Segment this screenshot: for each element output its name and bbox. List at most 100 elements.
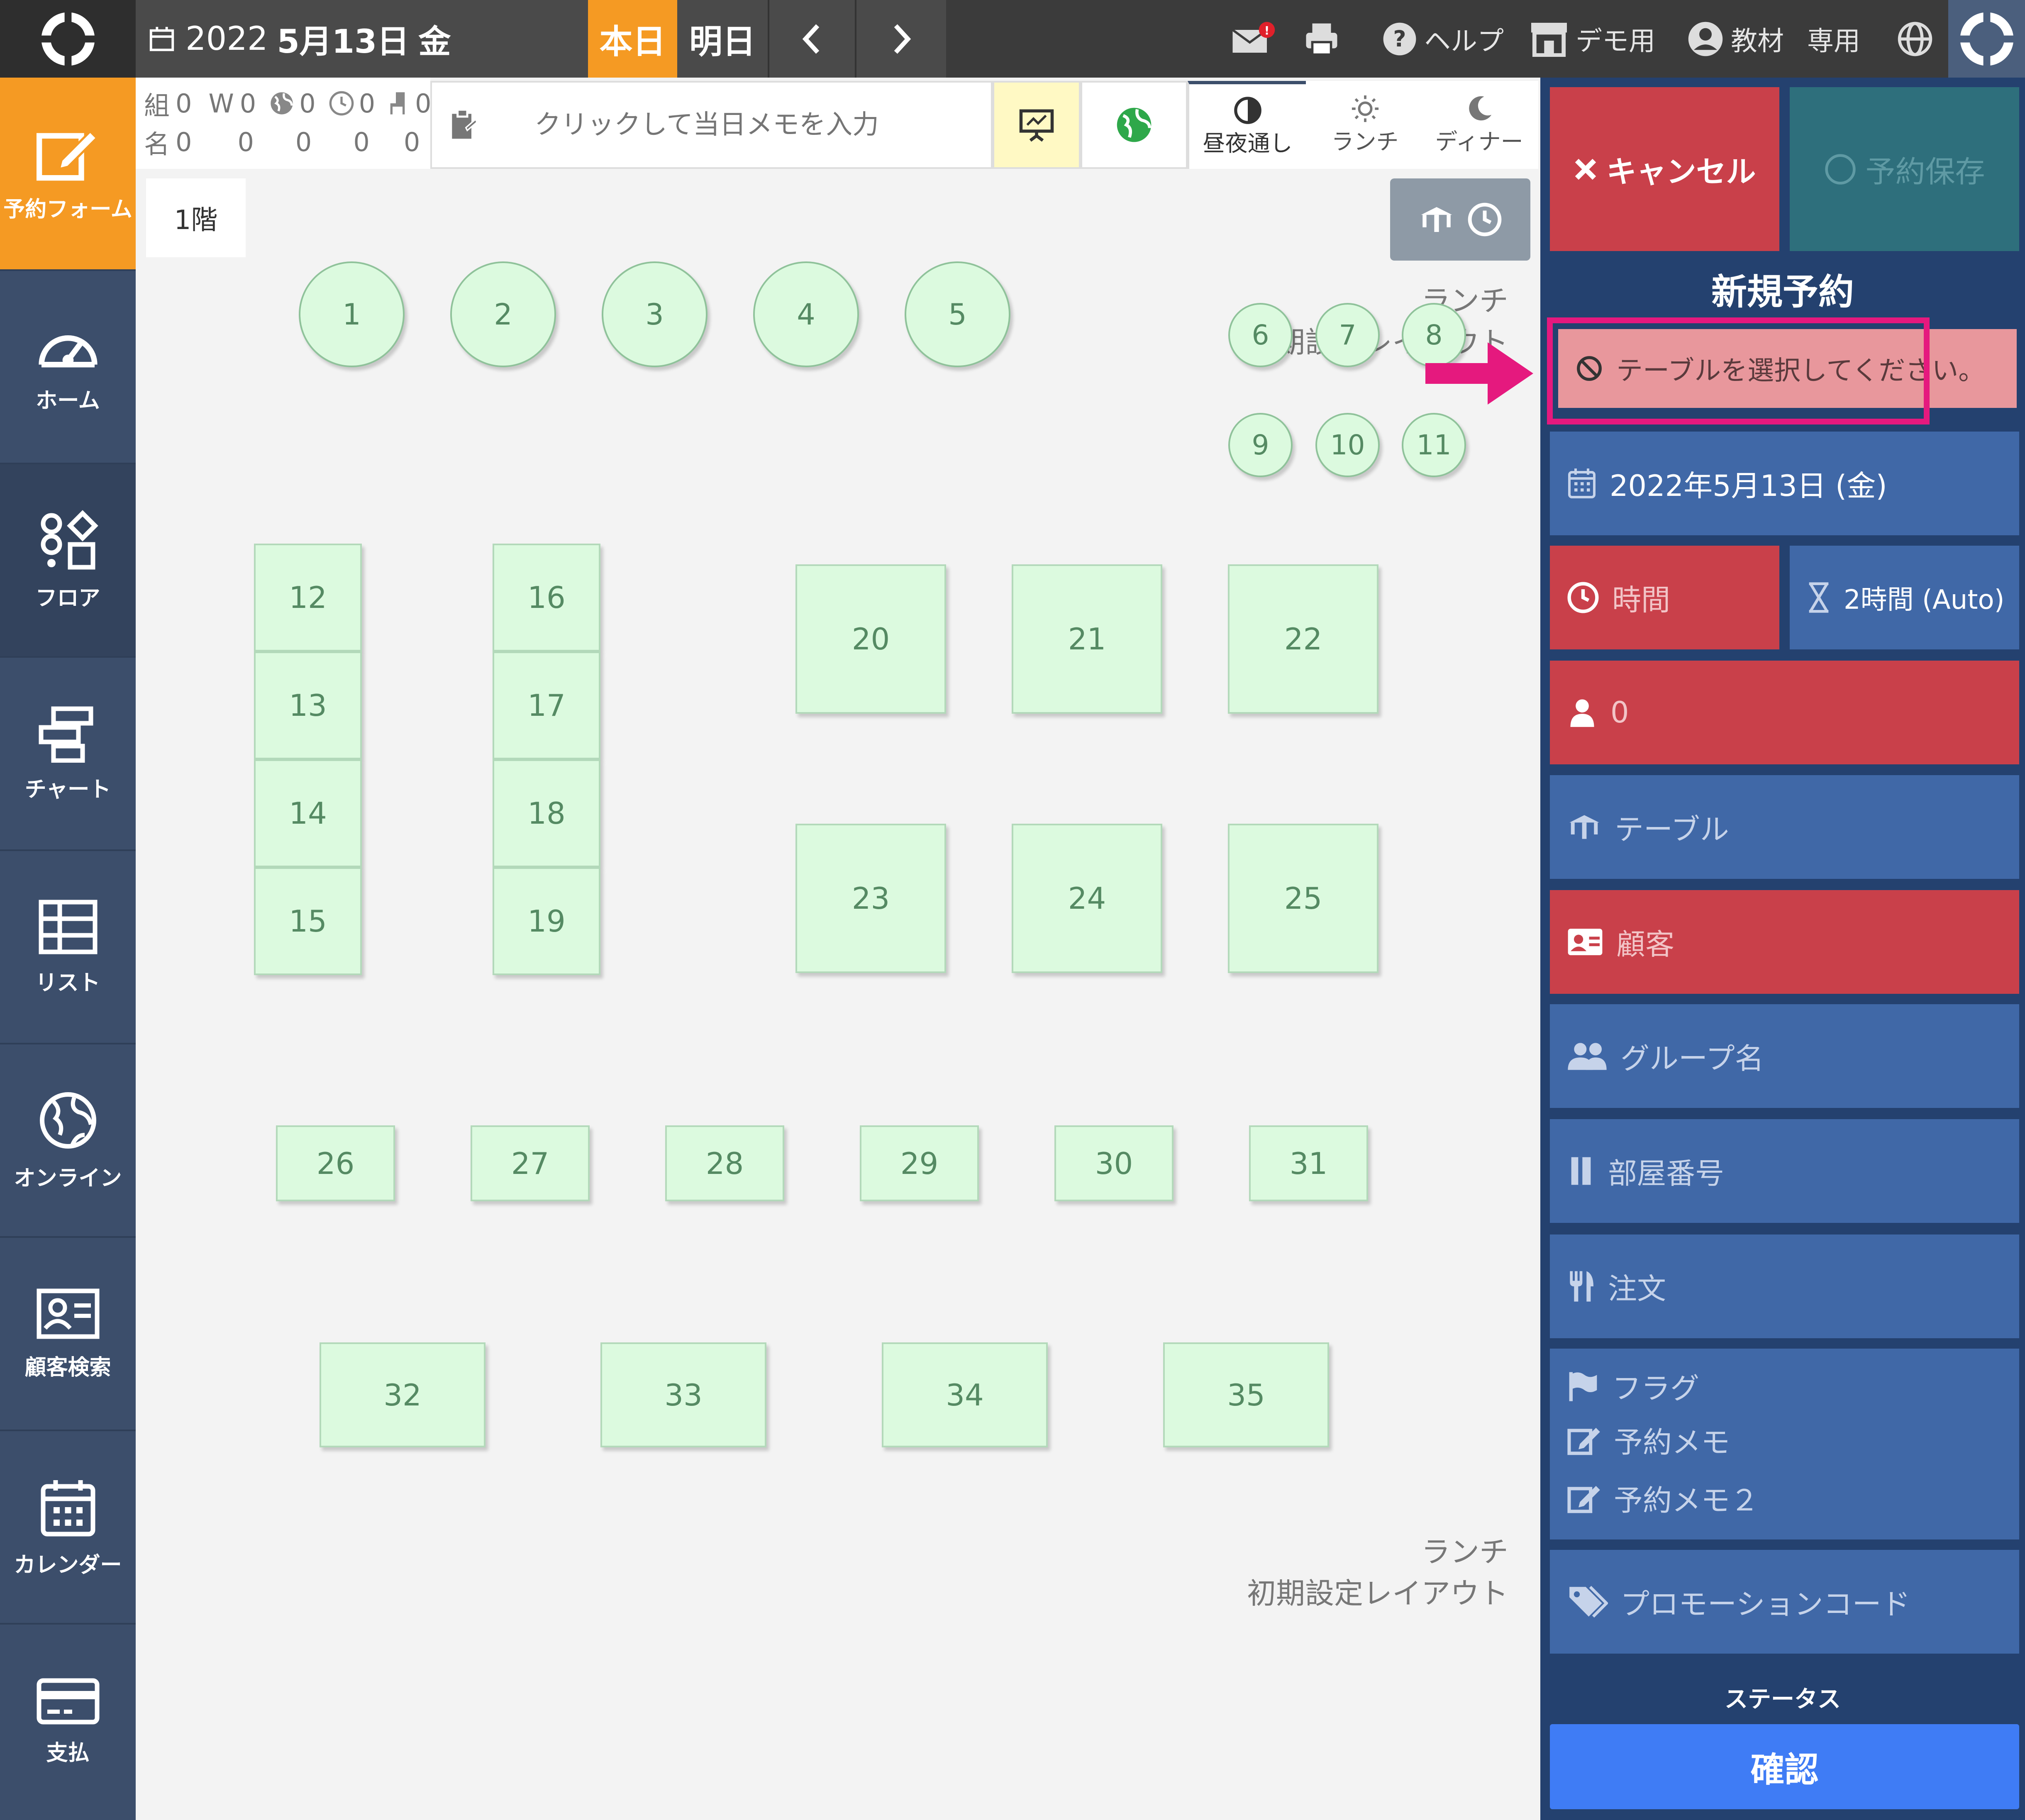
table-square[interactable]: 19 (493, 867, 600, 975)
table-square[interactable]: 18 (493, 759, 600, 867)
globe-icon (39, 1092, 96, 1149)
table-square-large[interactable]: 20 (795, 564, 946, 714)
sidebar-item-list[interactable]: リスト (0, 851, 136, 1044)
sidebar-item-chart[interactable]: チャート (0, 658, 136, 851)
help-button[interactable]: ? ヘルプ (1382, 0, 1504, 78)
count-label-groups: 組 (144, 90, 170, 121)
prev-day-button[interactable] (768, 0, 855, 78)
flag-field[interactable]: フラグ (1566, 1359, 1699, 1413)
reservation-memo-field[interactable]: 予約メモ (1566, 1413, 1730, 1467)
tomorrow-button[interactable]: 明日 (677, 0, 768, 78)
sidebar-item-calendar[interactable]: カレンダー (0, 1431, 136, 1625)
table-round-small[interactable]: 9 (1228, 413, 1293, 477)
daily-memo-input[interactable] (498, 109, 915, 141)
app-logo[interactable] (0, 0, 136, 78)
table-rect[interactable]: 28 (665, 1125, 784, 1201)
table-square[interactable]: 15 (254, 867, 362, 975)
count-value: 0 (176, 127, 192, 157)
period-lunch[interactable]: ランチ (1306, 81, 1424, 169)
table-rect-wide[interactable]: 33 (600, 1342, 766, 1447)
table-round-small[interactable]: 7 (1315, 303, 1380, 367)
table-square[interactable]: 13 (254, 651, 362, 759)
count-value: 0 (415, 88, 432, 119)
table-rect[interactable]: 31 (1249, 1125, 1368, 1201)
table-square[interactable]: 17 (493, 651, 600, 759)
date-selector[interactable]: 2022 5月13日 金 (136, 0, 588, 78)
table-round[interactable]: 2 (450, 261, 556, 367)
customer-field[interactable]: 顧客 (1550, 890, 2019, 994)
table-rect[interactable]: 26 (276, 1125, 395, 1201)
room-number-field[interactable]: 部屋番号 (1550, 1119, 2019, 1223)
flag-label: フラグ (1612, 1371, 1699, 1405)
chevron-left-icon (802, 24, 820, 54)
duration-field[interactable]: 2時間 (Auto) (1790, 546, 2019, 649)
table-round[interactable]: 5 (905, 261, 1010, 367)
language-button[interactable] (1896, 0, 1934, 78)
table-round[interactable]: 4 (753, 261, 859, 367)
print-button[interactable] (1303, 0, 1340, 78)
table-round[interactable]: 1 (299, 261, 405, 367)
question-icon: ? (1383, 22, 1416, 55)
period-label: ディナー (1435, 128, 1523, 155)
table-square-large[interactable]: 25 (1228, 824, 1378, 973)
demo-store-button[interactable]: デモ用 (1529, 0, 1655, 78)
sidebar-item-label: 支払 (46, 1740, 90, 1766)
period-all-day[interactable]: 昼夜通し (1188, 81, 1306, 169)
table-round-small[interactable]: 10 (1315, 413, 1380, 477)
edit-icon (36, 129, 98, 181)
table-square-large[interactable]: 23 (795, 824, 946, 973)
door-icon (1571, 1157, 1591, 1185)
user-circle-icon (1688, 22, 1723, 56)
table-square-large[interactable]: 24 (1012, 824, 1162, 973)
table-square[interactable]: 12 (254, 544, 362, 651)
save-reservation-button[interactable]: 予約保存 (1790, 87, 2019, 251)
table-round-small[interactable]: 6 (1228, 303, 1293, 367)
table-square-large[interactable]: 22 (1228, 564, 1378, 714)
user-account-button[interactable]: 教材 専用 (1687, 0, 1860, 78)
table-square-large[interactable]: 21 (1012, 564, 1162, 714)
reservation-memo2-field[interactable]: 予約メモ２ (1566, 1471, 1759, 1525)
layout-period-label: ランチ (1421, 1535, 1508, 1569)
table-square[interactable]: 14 (254, 759, 362, 867)
table-rect[interactable]: 29 (860, 1125, 979, 1201)
period-dinner[interactable]: ディナー (1420, 81, 1538, 169)
presentation-button[interactable] (993, 81, 1081, 169)
person-icon (1570, 699, 1594, 727)
date-weekday: 金 (418, 23, 451, 61)
daily-memo-field[interactable] (430, 81, 993, 169)
sidebar-item-floor[interactable]: フロア (0, 464, 136, 658)
today-button[interactable]: 本日 (588, 0, 677, 78)
sidebar-item-online[interactable]: オンライン (0, 1044, 136, 1238)
online-filter-button[interactable] (1081, 81, 1188, 169)
guest-count-field[interactable]: 0 (1550, 661, 2019, 764)
table-rect[interactable]: 30 (1054, 1125, 1174, 1201)
status-confirm-button[interactable]: 確認 (1550, 1724, 2019, 1809)
sidebar-item-payment[interactable]: 支払 (0, 1625, 136, 1818)
table-rect-wide[interactable]: 32 (320, 1342, 486, 1447)
sidebar-item-reservation-form[interactable]: 予約フォーム (0, 78, 136, 271)
sidebar-item-customer-search[interactable]: 顧客検索 (0, 1238, 136, 1431)
count-label-waiting: W (208, 88, 234, 119)
cancel-button[interactable]: キャンセル (1550, 87, 1779, 251)
table-rect-wide[interactable]: 35 (1163, 1342, 1329, 1447)
table-rect-wide[interactable]: 34 (882, 1342, 1048, 1447)
group-name-field[interactable]: グループ名 (1550, 1004, 2019, 1108)
time-field[interactable]: 時間 (1550, 546, 1779, 649)
room-number-label: 部屋番号 (1608, 1156, 1724, 1191)
layout-timeline-toggle[interactable] (1390, 178, 1530, 261)
promotion-code-field[interactable]: プロモーションコード (1550, 1550, 2019, 1654)
mail-icon: ! (1232, 22, 1275, 53)
table-round[interactable]: 3 (602, 261, 708, 367)
sidebar-item-home[interactable]: ホーム (0, 271, 136, 464)
date-field[interactable]: 2022年5月13日 (金) (1550, 432, 2019, 535)
table-field[interactable]: テーブル (1550, 775, 2019, 879)
order-field[interactable]: 注文 (1550, 1234, 2019, 1338)
brand-logo-right (1948, 0, 2025, 78)
mail-button[interactable]: ! (1230, 0, 1276, 78)
table-rect[interactable]: 27 (471, 1125, 590, 1201)
table-round-small[interactable]: 11 (1402, 413, 1466, 477)
table-square[interactable]: 16 (493, 544, 600, 651)
guest-count-value: 0 (1610, 695, 1629, 729)
floor-tab-1f[interactable]: 1階 (146, 178, 246, 257)
next-day-button[interactable] (855, 0, 946, 78)
